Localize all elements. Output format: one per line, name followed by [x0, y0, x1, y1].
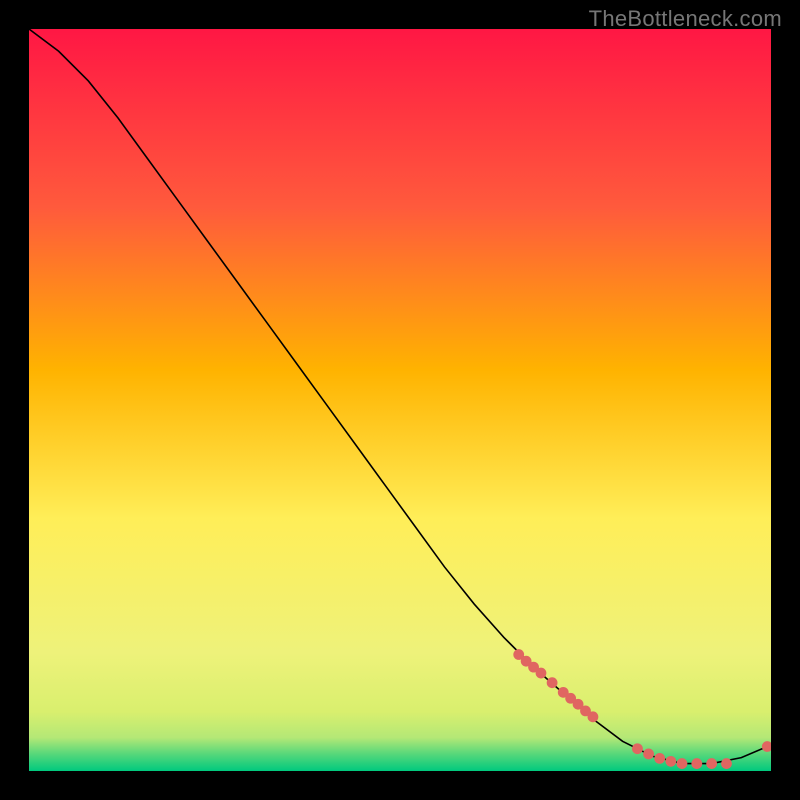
data-marker: [654, 753, 665, 764]
data-marker: [536, 668, 547, 679]
data-marker: [547, 677, 558, 688]
data-marker: [665, 756, 676, 767]
data-marker: [643, 749, 654, 760]
data-marker: [721, 758, 732, 769]
data-marker: [588, 711, 599, 722]
data-marker: [691, 758, 702, 769]
data-marker: [706, 758, 717, 769]
data-marker: [677, 758, 688, 769]
chart-background: [29, 29, 771, 771]
chart-svg: [29, 29, 771, 771]
data-marker: [632, 743, 643, 754]
watermark-text: TheBottleneck.com: [589, 6, 782, 32]
